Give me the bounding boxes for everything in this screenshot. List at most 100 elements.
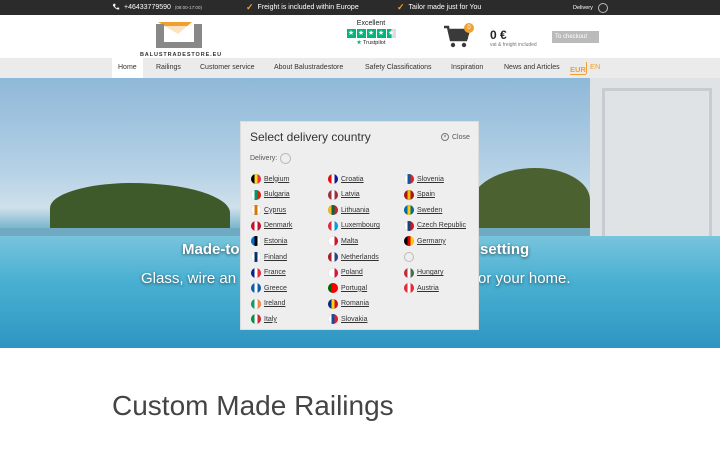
flag-icon bbox=[328, 220, 338, 231]
country-name: Croatia bbox=[341, 175, 364, 183]
country-option[interactable]: Malta bbox=[328, 236, 359, 247]
country-option[interactable]: Hungary bbox=[404, 267, 443, 278]
close-button[interactable]: × Close bbox=[441, 133, 470, 141]
cart-button[interactable]: 0 bbox=[444, 23, 474, 49]
country-name: Ireland bbox=[264, 300, 286, 308]
flag-icon bbox=[404, 252, 414, 262]
country-name: Slovenia bbox=[417, 175, 444, 183]
usp-tailor-text: Tailor made just for You bbox=[408, 3, 482, 11]
delivery-label: Delivery: bbox=[250, 155, 278, 162]
flag-icon bbox=[251, 298, 261, 309]
country-option[interactable]: Austria bbox=[404, 283, 439, 294]
flag-icon bbox=[328, 252, 338, 262]
trustpilot-widget[interactable]: Excellent ★ ★ ★ ★ ★ ★ Trustpilot bbox=[346, 20, 396, 46]
currency-eur[interactable]: EUR bbox=[570, 61, 586, 75]
star-icon: ★ bbox=[346, 29, 356, 38]
star-icon: ★ bbox=[366, 29, 376, 38]
nav-safety[interactable]: Safety Classifications bbox=[365, 58, 432, 78]
currency-separator bbox=[586, 62, 587, 74]
site-logo[interactable]: BALUSTRADESTORE.EU bbox=[132, 20, 230, 58]
language-en[interactable]: EN bbox=[590, 58, 600, 78]
country-name: Austria bbox=[417, 284, 439, 292]
country-option[interactable]: Finland bbox=[251, 252, 287, 262]
country-name: Greece bbox=[264, 284, 287, 292]
check-icon: ✓ bbox=[246, 2, 254, 12]
phone-contact[interactable]: +46433779590 (08:00-17:00) bbox=[112, 3, 202, 11]
country-name: Malta bbox=[341, 237, 359, 245]
nav-inspiration[interactable]: Inspiration bbox=[451, 58, 483, 78]
country-option[interactable]: Romania bbox=[328, 298, 370, 309]
header: BALUSTRADESTORE.EU Excellent ★ ★ ★ ★ ★ ★… bbox=[0, 15, 720, 58]
country-name: Germany bbox=[417, 237, 446, 245]
usp-freight: ✓ Freight is included within Europe bbox=[246, 2, 359, 12]
country-option[interactable]: Czech Republic bbox=[404, 220, 466, 231]
hero-headline: setting bbox=[480, 241, 530, 258]
country-option[interactable]: Italy bbox=[251, 314, 277, 325]
flag-icon bbox=[251, 220, 261, 231]
country-option[interactable]: Spain bbox=[404, 189, 435, 200]
country-option[interactable]: Sweden bbox=[404, 205, 443, 216]
trustpilot-star-icon: ★ bbox=[356, 40, 362, 46]
country-name: Bulgaria bbox=[264, 191, 290, 199]
delivery-label: Delivery bbox=[573, 5, 593, 11]
country-option[interactable]: Estonia bbox=[251, 236, 287, 247]
country-name: Latvia bbox=[341, 191, 360, 199]
checkout-button[interactable]: To checkout bbox=[552, 31, 599, 43]
nav-customer-service[interactable]: Customer service bbox=[200, 58, 254, 78]
phone-icon bbox=[112, 3, 120, 10]
usp-tailor: ✓ Tailor made just for You bbox=[397, 3, 482, 12]
country-name: Portugal bbox=[341, 284, 368, 292]
country-option[interactable]: Slovenia bbox=[404, 174, 444, 184]
flag-icon bbox=[404, 236, 414, 247]
country-option[interactable]: Bulgaria bbox=[251, 189, 290, 200]
country-name: Cyprus bbox=[264, 206, 287, 214]
flag-icon bbox=[251, 174, 261, 184]
country-option[interactable]: Denmark bbox=[251, 220, 292, 231]
country-option[interactable]: Croatia bbox=[328, 174, 364, 184]
delivery-flag-icon bbox=[280, 153, 292, 164]
country-option[interactable]: Slovakia bbox=[328, 314, 368, 325]
country-option[interactable]: Ireland bbox=[251, 298, 286, 309]
nav-railings[interactable]: Railings bbox=[156, 58, 181, 78]
country-name: Sweden bbox=[417, 206, 443, 214]
flag-icon bbox=[328, 314, 338, 325]
country-option bbox=[404, 252, 417, 262]
close-icon[interactable]: × bbox=[441, 133, 449, 141]
trustpilot-brand: ★ Trustpilot bbox=[346, 40, 396, 46]
country-name: Netherlands bbox=[341, 253, 379, 261]
country-name: Lithuania bbox=[341, 206, 370, 214]
country-option[interactable]: Lithuania bbox=[328, 205, 370, 216]
phone-number[interactable]: +46433779590 bbox=[124, 4, 171, 11]
cart-count-badge: 0 bbox=[464, 23, 474, 33]
country-name: Spain bbox=[417, 191, 435, 199]
country-option[interactable]: Greece bbox=[251, 283, 287, 294]
star-half-icon: ★ bbox=[386, 29, 396, 38]
country-option[interactable]: Latvia bbox=[328, 189, 360, 200]
nav-home[interactable]: Home bbox=[112, 58, 143, 78]
flag-icon bbox=[328, 189, 338, 200]
country-option[interactable]: Luxembourg bbox=[328, 220, 380, 231]
flag-icon bbox=[328, 236, 338, 247]
delivery-flag-icon[interactable] bbox=[597, 3, 608, 13]
trust-rating: Excellent bbox=[356, 20, 386, 27]
country-option[interactable]: Netherlands bbox=[328, 252, 379, 262]
country-name: Belgium bbox=[264, 175, 290, 183]
country-option[interactable]: Germany bbox=[404, 236, 446, 247]
star-icon: ★ bbox=[376, 29, 386, 38]
country-option[interactable]: Belgium bbox=[251, 174, 289, 184]
country-name: Romania bbox=[341, 300, 370, 308]
nav-about[interactable]: About Balustradestore bbox=[274, 58, 343, 78]
country-option[interactable]: Portugal bbox=[328, 283, 368, 294]
flag-icon bbox=[404, 220, 414, 231]
delivery-selector[interactable]: Delivery bbox=[573, 3, 608, 13]
country-option[interactable]: France bbox=[251, 267, 286, 278]
country-option[interactable]: Cyprus bbox=[251, 205, 287, 216]
country-name: France bbox=[264, 269, 286, 277]
country-name: Slovakia bbox=[341, 315, 368, 323]
flag-icon bbox=[404, 189, 414, 200]
close-label[interactable]: Close bbox=[452, 134, 470, 141]
top-bar: +46433779590 (08:00-17:00) ✓ Freight is … bbox=[0, 0, 720, 15]
country-option[interactable]: Poland bbox=[328, 267, 363, 278]
flag-icon bbox=[328, 298, 338, 309]
nav-news[interactable]: News and Articles bbox=[504, 58, 560, 78]
